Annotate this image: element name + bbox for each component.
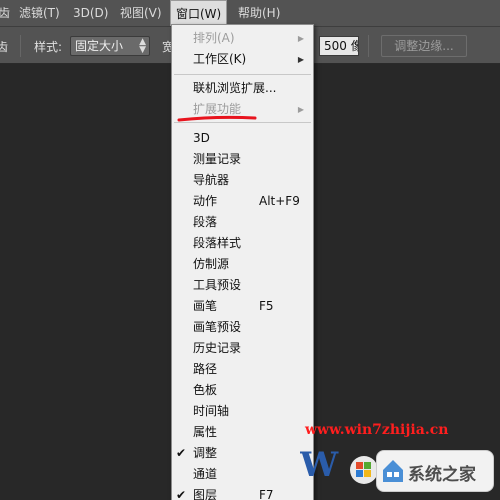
height-input[interactable]: 500 像 — [319, 36, 359, 56]
menu-item-navigator[interactable]: 导航器 — [172, 170, 313, 191]
menu-item-history[interactable]: 历史记录 — [172, 338, 313, 359]
menu-item-properties[interactable]: 属性 — [172, 422, 313, 443]
menu-item-label: 工作区(K) — [193, 52, 247, 66]
menu-item-tool-presets[interactable]: 工具预设 — [172, 275, 313, 296]
menu-item-clone-source[interactable]: 仿制源 — [172, 254, 313, 275]
style-select-value: 固定大小 — [75, 39, 124, 53]
menu-item-label: 色板 — [193, 383, 218, 397]
menu-filter[interactable]: 滤镜(T) — [19, 0, 60, 26]
menu-item-label: 画笔 — [193, 299, 218, 313]
menu-item-layers[interactable]: ✔ 图层 F7 — [172, 485, 313, 500]
divider — [20, 35, 21, 57]
menu-item-paragraph[interactable]: 段落 — [172, 212, 313, 233]
menu-item-label: 测量记录 — [193, 152, 242, 166]
menu-item-label: 时间轴 — [193, 404, 230, 418]
menu-bar: 齿 滤镜(T) 3D(D) 视图(V) 窗口(W) 帮助(H) — [0, 0, 500, 26]
menu-window[interactable]: 窗口(W) — [170, 0, 228, 26]
checkmark-icon: ✔ — [176, 488, 187, 500]
menu-clipped[interactable]: 齿 — [0, 0, 10, 26]
menu-item-label: 画笔预设 — [193, 320, 242, 334]
menu-help[interactable]: 帮助(H) — [238, 0, 280, 26]
refine-edge-button[interactable]: 调整边缘... — [381, 35, 467, 57]
window-menu-dropdown: 排列(A) ▶ 工作区(K) ▶ 联机浏览扩展... 扩展功能 ▶ 3D 测量记… — [171, 24, 314, 500]
menu-item-paths[interactable]: 路径 — [172, 359, 313, 380]
menu-item-brush-presets[interactable]: 画笔预设 — [172, 317, 313, 338]
menu-item-adjustments[interactable]: ✔ 调整 — [172, 443, 313, 464]
updown-icon: ▲ ▼ — [139, 37, 146, 55]
menu-item-workspace[interactable]: 工作区(K) ▶ — [172, 49, 313, 70]
menu-item-measurement-log[interactable]: 测量记录 — [172, 149, 313, 170]
menu-item-label: 导航器 — [193, 173, 230, 187]
menu-item-shortcut: Alt+F9 — [259, 194, 300, 208]
menu-item-browse-extensions[interactable]: 联机浏览扩展... — [172, 78, 313, 99]
menu-item-channels[interactable]: 通道 — [172, 464, 313, 485]
menu-separator — [174, 74, 311, 75]
house-logo-icon — [383, 460, 403, 482]
menu-item-paragraph-styles[interactable]: 段落样式 — [172, 233, 313, 254]
submenu-arrow-icon: ▶ — [297, 34, 304, 43]
menu-item-label: 图层 — [193, 488, 218, 500]
menu-item-actions[interactable]: 动作 Alt+F9 — [172, 191, 313, 212]
menu-item-timeline[interactable]: 时间轴 — [172, 401, 313, 422]
menu-item-shortcut: F7 — [259, 488, 274, 500]
menu-item-shortcut: F5 — [259, 299, 274, 313]
menu-item-label: 调整 — [193, 446, 218, 460]
menu-item-3d[interactable]: 3D — [172, 128, 313, 149]
menu-item-label: 路径 — [193, 362, 218, 376]
menu-item-label: 通道 — [193, 467, 218, 481]
watermark-badge-text: 系统之家 — [408, 465, 476, 485]
menu-item-label: 历史记录 — [193, 341, 242, 355]
menu-item-label: 属性 — [193, 425, 218, 439]
style-select[interactable]: 固定大小 ▲ ▼ — [70, 36, 150, 56]
submenu-arrow-icon: ▶ — [297, 55, 304, 64]
menu-item-label: 段落 — [193, 215, 218, 229]
options-clipped-label: 齿 — [0, 40, 9, 54]
menu-item-label: 排列(A) — [193, 31, 235, 45]
divider — [368, 35, 369, 57]
menu-item-label: 3D — [193, 131, 210, 145]
windows-logo-icon: W — [300, 445, 378, 485]
submenu-arrow-icon: ▶ — [297, 105, 304, 114]
menu-item-label: 段落样式 — [193, 236, 242, 250]
menu-item-arrange[interactable]: 排列(A) ▶ — [172, 28, 313, 49]
menu-item-brush[interactable]: 画笔 F5 — [172, 296, 313, 317]
style-label: 样式: — [34, 40, 63, 54]
menu-separator — [174, 122, 311, 123]
menu-item-label: 工具预设 — [193, 278, 242, 292]
checkmark-icon: ✔ — [176, 446, 187, 460]
menu-view[interactable]: 视图(V) — [120, 0, 162, 26]
watermark-url: www.win7zhijia.cn — [305, 422, 449, 438]
menu-item-label: 动作 — [193, 194, 218, 208]
svg-text:W: W — [300, 445, 339, 485]
menu-item-label: 仿制源 — [193, 257, 230, 271]
menu-3d[interactable]: 3D(D) — [73, 0, 108, 26]
menu-item-label: 联机浏览扩展... — [193, 81, 277, 95]
menu-item-swatches[interactable]: 色板 — [172, 380, 313, 401]
